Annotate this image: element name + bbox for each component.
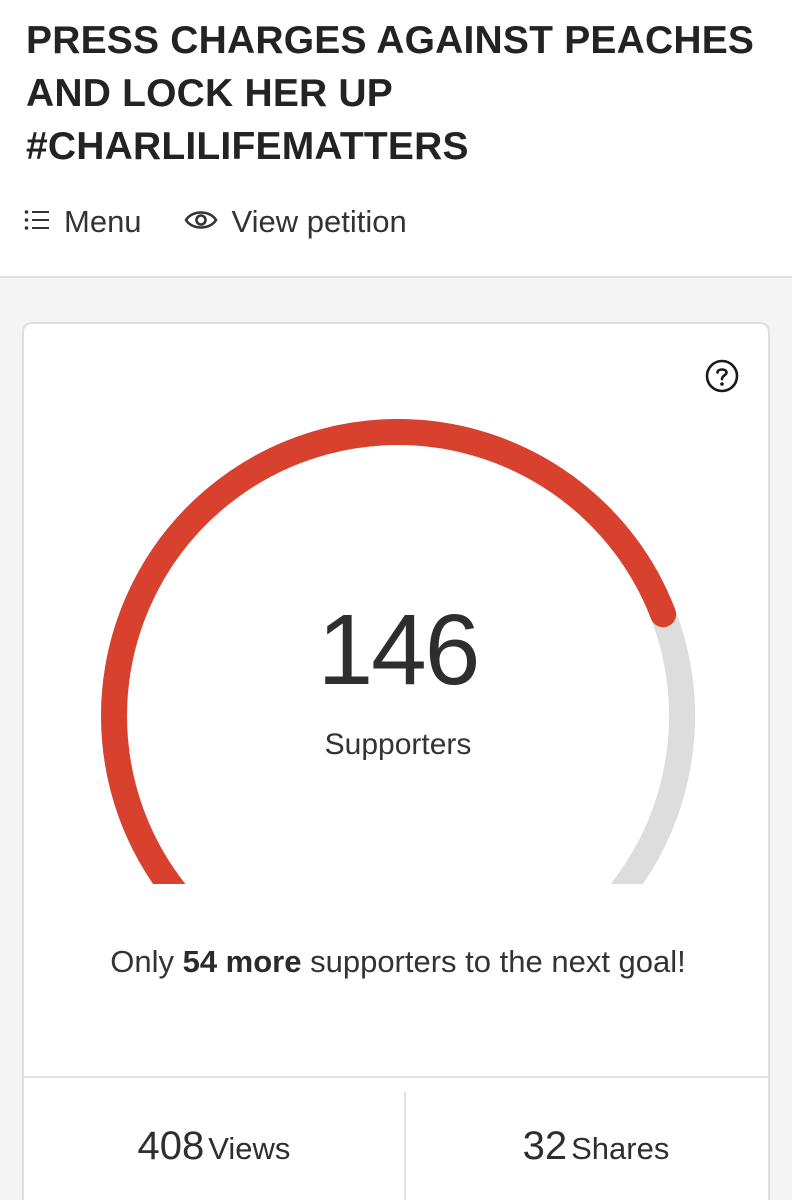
- view-petition-button[interactable]: View petition: [184, 204, 407, 240]
- shares-stat: 32 Shares: [406, 1124, 786, 1169]
- eye-icon: [184, 208, 218, 237]
- views-label: Views: [208, 1131, 291, 1166]
- goal-remaining: 54 more: [182, 944, 302, 979]
- goal-prefix: Only: [110, 944, 183, 979]
- goal-message: Only 54 more supporters to the next goal…: [104, 936, 692, 988]
- shares-label: Shares: [571, 1131, 670, 1166]
- list-icon: [24, 209, 50, 236]
- menu-button[interactable]: Menu: [24, 204, 142, 240]
- views-count: 408: [137, 1124, 205, 1168]
- supporters-count: 146: [317, 594, 481, 706]
- supporters-label: Supporters: [324, 728, 472, 761]
- goal-suffix: supporters to the next goal!: [301, 944, 686, 979]
- view-petition-label: View petition: [231, 204, 407, 239]
- progress-card: 146 Supporters Only 54 more supporters t…: [22, 322, 770, 1200]
- petition-nav: Menu View petition: [24, 200, 407, 244]
- menu-label: Menu: [64, 204, 142, 239]
- stats-divider: [24, 1076, 768, 1078]
- views-stat: 408 Views: [24, 1124, 404, 1169]
- shares-count: 32: [522, 1124, 568, 1168]
- petition-header: PRESS CHARGES AGAINST PEACHES AND LOCK H…: [0, 0, 792, 278]
- petition-title: PRESS CHARGES AGAINST PEACHES AND LOCK H…: [26, 19, 755, 168]
